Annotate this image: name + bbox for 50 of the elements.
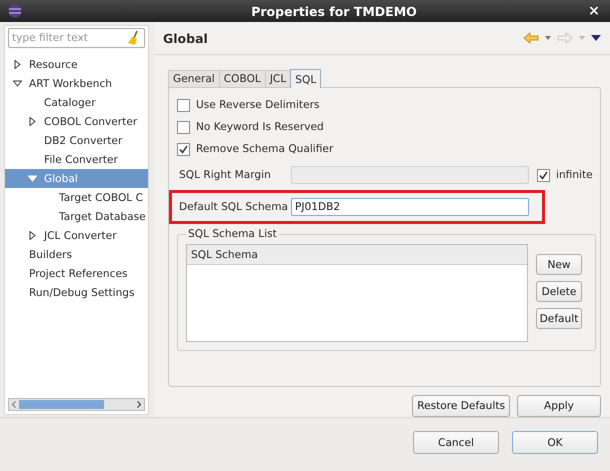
horizontal-scrollbar[interactable]	[8, 398, 145, 411]
checkbox[interactable]	[177, 120, 190, 134]
tree-item[interactable]: Target Database	[5, 207, 148, 226]
tree-item[interactable]: COBOL Converter	[5, 112, 148, 131]
expander-icon[interactable]	[28, 231, 37, 240]
input-field[interactable]: PJ01DB2	[291, 198, 529, 216]
window-title: Properties for TMDEMO	[250, 4, 418, 18]
tree-item[interactable]: Run/Debug Settings	[5, 283, 148, 302]
list-button[interactable]: Delete	[536, 281, 582, 302]
list-button[interactable]: New	[536, 254, 582, 275]
checkbox-label: Remove Schema Qualifier	[196, 143, 334, 155]
tree-item[interactable]: Builders	[5, 245, 148, 264]
tree-item[interactable]: Cataloger	[5, 93, 148, 112]
tree-item[interactable]: ART Workbench	[5, 74, 148, 93]
tree-item[interactable]: Target COBOL C	[5, 188, 148, 207]
tree-item[interactable]: Resource	[5, 55, 148, 74]
group-title: SQL Schema List	[187, 228, 278, 240]
list-button[interactable]: Default	[536, 308, 582, 329]
checkbox[interactable]	[177, 142, 190, 156]
app-icon	[8, 4, 22, 18]
page-button[interactable]: Restore Defaults	[412, 395, 510, 417]
expander-icon[interactable]	[13, 79, 22, 88]
expander-icon[interactable]	[28, 117, 37, 126]
tab[interactable]: COBOL	[218, 70, 266, 87]
tree-item[interactable]: File Converter	[5, 150, 148, 169]
dropdown-icon[interactable]	[545, 36, 551, 40]
dialog-button[interactable]: Cancel	[413, 431, 499, 454]
tab[interactable]: JCL	[264, 70, 292, 87]
expander-icon[interactable]	[13, 60, 22, 69]
scroll-left-icon[interactable]	[11, 401, 17, 408]
tab[interactable]: General	[168, 70, 220, 87]
tab[interactable]: SQL	[290, 69, 322, 88]
column-header[interactable]: SQL Schema	[187, 248, 258, 260]
checkbox[interactable]	[177, 98, 190, 112]
back-arrow-icon[interactable]	[523, 32, 539, 44]
menu-icon[interactable]	[591, 35, 601, 41]
checkbox-label: No Keyword Is Reserved	[196, 121, 324, 133]
tree-item[interactable]: JCL Converter	[5, 226, 148, 245]
tree-item[interactable]: DB2 Converter	[5, 131, 148, 150]
field-label: SQL Right Margin	[178, 169, 272, 181]
scroll-right-icon[interactable]	[136, 401, 142, 408]
field-label: Default SQL Schema	[178, 201, 289, 213]
checkbox-label: infinite	[556, 169, 593, 181]
filter-field[interactable]: type filter text	[8, 28, 145, 48]
close-button[interactable]: ×	[586, 3, 602, 19]
page-button[interactable]: Apply	[517, 395, 601, 417]
dialog-button[interactable]: OK	[512, 431, 598, 454]
tree-item[interactable]: Project References	[5, 264, 148, 283]
checkbox-label: Use Reverse Delimiters	[196, 99, 320, 111]
page-title: Global	[163, 30, 209, 46]
